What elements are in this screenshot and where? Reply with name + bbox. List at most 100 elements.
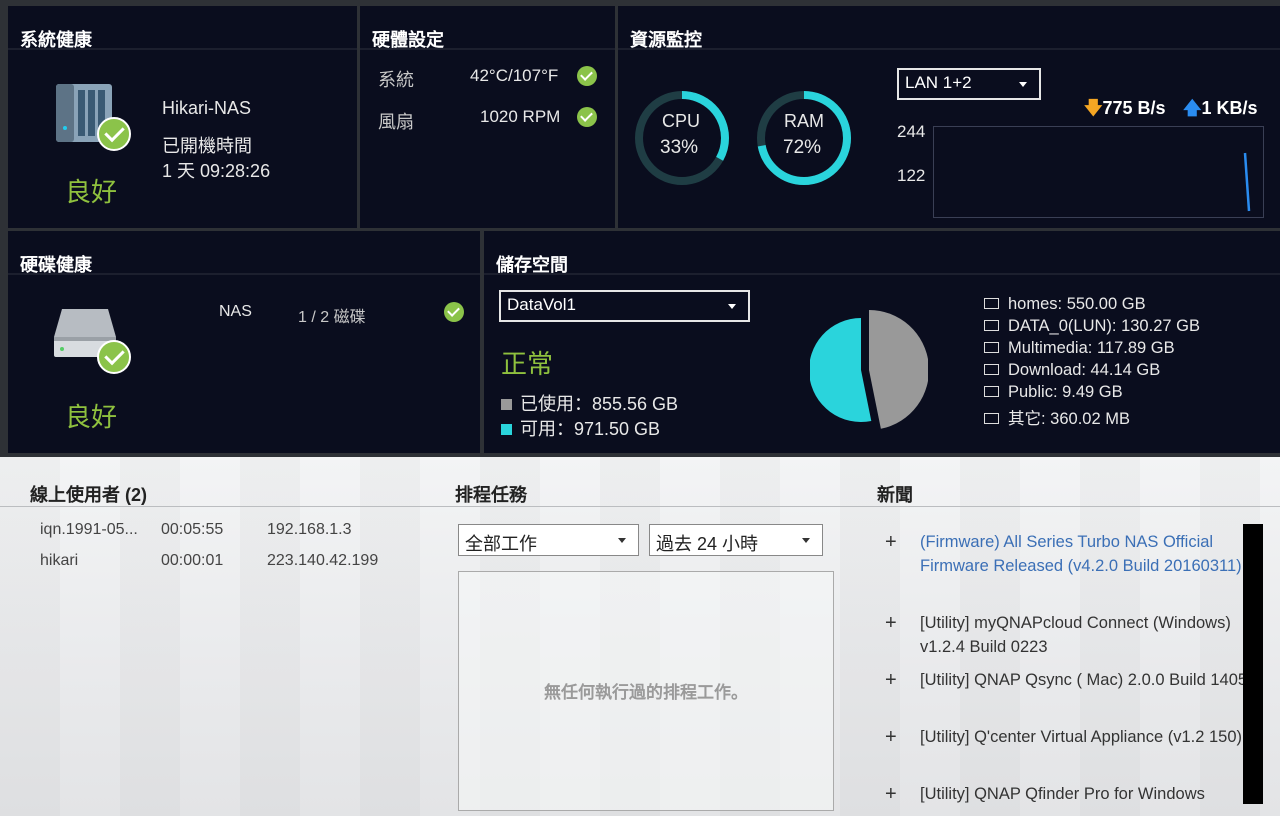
uptime-value: 1 天 09:28:26 — [162, 161, 271, 181]
user-time: 00:00:01 — [161, 552, 224, 569]
folder-item: Public: 9.49 GB — [984, 383, 1123, 402]
online-users-title: 線上使用者 (2) — [30, 485, 147, 505]
download-rate: 🡇775 B/s — [1084, 98, 1166, 118]
news-link[interactable]: [Utility] QNAP Qsync ( Mac) 2.0.0 Build … — [920, 668, 1250, 692]
upload-rate: 🡅1 KB/s — [1183, 98, 1258, 118]
storage-pie-chart — [810, 310, 928, 429]
folder-icon — [984, 342, 999, 353]
user-row[interactable]: hikari 00:00:01 223.140.42.199 — [40, 552, 440, 574]
chevron-down-icon — [1019, 82, 1027, 87]
news-item[interactable]: + [Utility] QNAP Qfinder Pro for Windows — [885, 782, 1245, 806]
folder-item: homes: 550.00 GB — [984, 295, 1146, 314]
news-item[interactable]: + (Firmware) All Series Turbo NAS Offici… — [885, 530, 1245, 602]
system-temp-ok-icon — [577, 66, 597, 86]
storage-used: 已使用：855.56 GB — [501, 390, 678, 416]
lan-select[interactable]: LAN 1+2 — [897, 68, 1041, 100]
uptime-label: 已開機時間 — [162, 136, 252, 156]
user-ip: 223.140.42.199 — [267, 552, 379, 569]
folder-icon — [984, 320, 999, 331]
folder-item: Multimedia: 117.89 GB — [984, 339, 1175, 358]
hardware-panel: 硬體設定 系統 42°C/107°F 風扇 1020 RPM — [360, 6, 615, 228]
schedule-task-list: 無任何執行過的排程工作。 — [458, 571, 834, 811]
chevron-down-icon — [802, 538, 810, 543]
disk-status-text: 良好 — [65, 403, 118, 433]
plus-icon[interactable]: + — [885, 725, 897, 749]
hardware-fan-value: 1020 RPM — [480, 107, 561, 126]
hardware-system-value: 42°C/107°F — [470, 66, 559, 85]
plus-icon[interactable]: + — [885, 611, 897, 635]
time-range-select[interactable]: 過去 24 小時 — [649, 524, 823, 556]
chart-tick-mid: 122 — [897, 166, 926, 185]
free-swatch — [501, 424, 512, 435]
news-item[interactable]: + [Utility] QNAP Qsync ( Mac) 2.0.0 Buil… — [885, 668, 1247, 716]
ram-label: RAM — [784, 111, 824, 131]
news-link[interactable]: [Utility] QNAP Qfinder Pro for Windows — [920, 782, 1250, 806]
folder-icon — [984, 364, 999, 375]
system-health-panel: 系統健康 良好 Hikari-NAS 已開機時間 1 天 09:28:26 — [8, 6, 357, 228]
storage-status-text: 正常 — [501, 350, 554, 380]
lower-header — [0, 457, 1280, 507]
disk-health-title: 硬碟健康 — [8, 231, 480, 275]
upload-arrow-icon: 🡅 — [1183, 98, 1202, 118]
device-name: Hikari-NAS — [162, 98, 252, 118]
health-ok-icon — [97, 117, 131, 151]
plus-icon[interactable]: + — [885, 668, 897, 692]
network-traffic-chart — [933, 126, 1264, 218]
volume-select-value: DataVol1 — [507, 295, 576, 314]
schedule-empty-message: 無任何執行過的排程工作。 — [544, 683, 748, 702]
news-link[interactable]: [Utility] Q'center Virtual Appliance (v1… — [920, 725, 1250, 749]
news-title: 新聞 — [877, 485, 913, 505]
disk-count: 1 / 2 磁碟 — [298, 309, 366, 326]
disk-ok-icon — [97, 340, 131, 374]
system-health-title: 系統健康 — [8, 6, 357, 50]
cpu-label: CPU — [662, 111, 701, 131]
folder-item: 其它: 360.02 MB — [984, 405, 1130, 429]
news-scrollbar[interactable] — [1243, 524, 1263, 804]
fan-ok-icon — [577, 107, 597, 127]
lan-select-value: LAN 1+2 — [905, 73, 972, 92]
ram-value: 72% — [783, 137, 822, 158]
task-filter-value: 全部工作 — [465, 534, 537, 554]
resource-monitor-title: 資源監控 — [618, 6, 1280, 50]
news-item[interactable]: + [Utility] Q'center Virtual Appliance (… — [885, 725, 1245, 773]
folder-icon — [984, 413, 999, 424]
news-item[interactable]: + [Utility] myQNAPcloud Connect (Windows… — [885, 611, 1245, 659]
pie-slice-used — [869, 310, 928, 429]
news-link[interactable]: [Utility] myQNAPcloud Connect (Windows) … — [920, 611, 1250, 659]
schedule-title: 排程任務 — [455, 485, 527, 505]
chevron-down-icon — [728, 304, 736, 309]
hardware-fan-label: 風扇 — [378, 112, 414, 132]
resource-monitor-panel: 資源監控 CPU 33% RAM 72% LAN 1+2 🡇775 B/s 🡅1… — [618, 6, 1280, 228]
time-range-value: 過去 24 小時 — [656, 534, 759, 554]
hardware-title: 硬體設定 — [360, 6, 615, 50]
user-ip: 192.168.1.3 — [267, 521, 352, 538]
plus-icon[interactable]: + — [885, 782, 897, 806]
chart-tick-high: 244 — [897, 122, 926, 141]
folder-item: DATA_0(LUN): 130.27 GB — [984, 317, 1200, 336]
hardware-system-label: 系統 — [378, 70, 414, 90]
plus-icon[interactable]: + — [885, 530, 897, 554]
storage-free: 可用：971.50 GB — [501, 415, 660, 441]
folder-icon — [984, 386, 999, 397]
folder-item: Download: 44.14 GB — [984, 361, 1160, 380]
used-swatch — [501, 399, 512, 410]
chevron-down-icon — [618, 538, 626, 543]
cpu-value: 33% — [660, 137, 699, 158]
download-arrow-icon: 🡇 — [1084, 98, 1103, 118]
task-filter-select[interactable]: 全部工作 — [458, 524, 639, 556]
disk-health-panel: 硬碟健康 良好 NAS 1 / 2 磁碟 — [8, 231, 480, 453]
storage-panel: 儲存空間 DataVol1 正常 已使用：855.56 GB 可用：971.50… — [484, 231, 1280, 453]
volume-select[interactable]: DataVol1 — [499, 290, 750, 322]
lower-section: 線上使用者 (2) 排程任務 新聞 iqn.1991-05... 00:05:5… — [0, 457, 1280, 816]
pie-slice-free — [810, 318, 872, 422]
user-row[interactable]: iqn.1991-05... 00:05:55 192.168.1.3 — [40, 521, 440, 543]
user-name: iqn.1991-05... — [40, 521, 138, 538]
system-status-text: 良好 — [65, 178, 118, 208]
storage-title: 儲存空間 — [484, 231, 1280, 275]
disk-count-ok-icon — [444, 302, 464, 322]
user-name: hikari — [40, 552, 79, 569]
user-time: 00:05:55 — [161, 521, 224, 538]
folder-icon — [984, 298, 999, 309]
news-link[interactable]: (Firmware) All Series Turbo NAS Official… — [920, 530, 1250, 578]
disk-device-name: NAS — [219, 303, 252, 320]
